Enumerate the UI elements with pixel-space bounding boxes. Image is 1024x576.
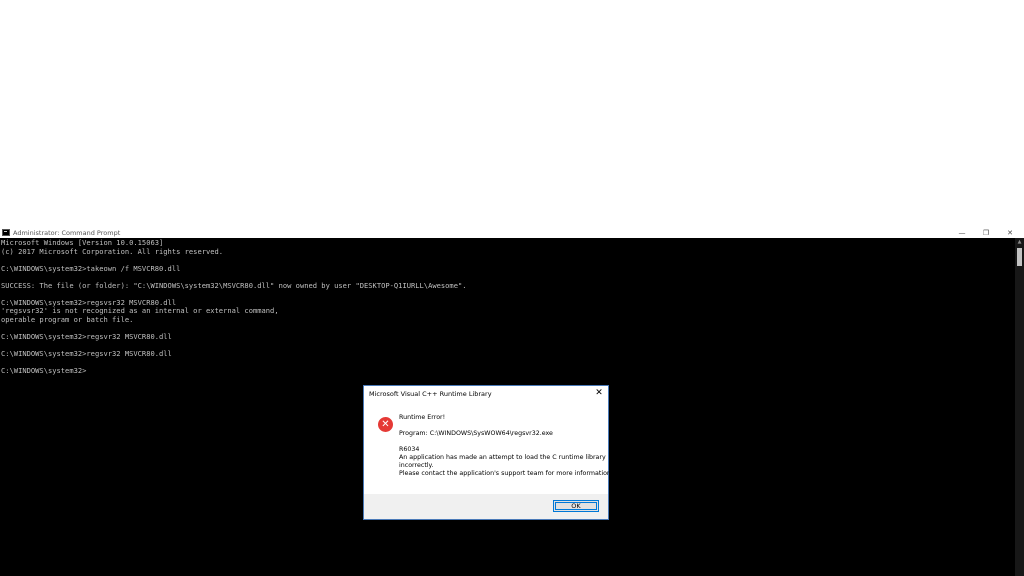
ok-button[interactable]: OK — [553, 500, 599, 512]
error-message-line-3: Please contact the application's support… — [399, 470, 613, 477]
command-prompt-icon — [2, 229, 10, 236]
console-line: (c) 2017 Microsoft Corporation. All righ… — [1, 246, 224, 256]
console-line: operable program or batch file. — [1, 314, 134, 324]
console-line: SUCCESS: The file (or folder): "C:\WINDO… — [1, 280, 467, 290]
scroll-up-arrow-icon[interactable]: ▲ — [1015, 238, 1024, 246]
console-line: 'regsvsr32' is not recognized as an inte… — [1, 306, 279, 315]
console-output[interactable]: Microsoft Windows [Version 10.0.15063] (c… — [1, 238, 1011, 375]
console-line: C:\WINDOWS\system32>regsvr32 MSVCR80.dll — [1, 331, 172, 341]
error-icon: ✕ — [378, 417, 393, 432]
dialog-footer: OK — [364, 494, 608, 519]
close-button[interactable]: ✕ — [998, 228, 1022, 238]
console-scrollbar[interactable]: ▲ — [1015, 238, 1024, 576]
dialog-close-button[interactable]: ✕ — [594, 388, 604, 398]
console-title: Administrator: Command Prompt — [13, 229, 121, 237]
console-line: C:\WINDOWS\system32>regsvr32 MSVCR80.dll — [1, 348, 172, 358]
console-line: C:\WINDOWS\system32> — [1, 365, 87, 375]
error-message-line-2: incorrectly. — [399, 462, 434, 469]
dialog-message: Runtime Error! Program: C:\WINDOWS\SysWO… — [399, 414, 613, 478]
error-code: R6034 — [399, 446, 420, 453]
console-titlebar[interactable]: Administrator: Command Prompt — ❐ ✕ — [0, 228, 1024, 238]
scrollbar-thumb[interactable] — [1017, 248, 1022, 266]
error-message-line-1: An application has made an attempt to lo… — [399, 454, 606, 461]
runtime-error-dialog[interactable]: Microsoft Visual C++ Runtime Library ✕ ✕… — [363, 385, 613, 520]
error-program: Program: C:\WINDOWS\SysWOW64\regsvr32.ex… — [399, 430, 553, 437]
minimize-button[interactable]: — — [950, 228, 974, 238]
maximize-button[interactable]: ❐ — [974, 228, 998, 238]
dialog-title: Microsoft Visual C++ Runtime Library — [369, 390, 492, 398]
error-heading: Runtime Error! — [399, 414, 446, 421]
console-line: C:\WINDOWS\system32>takeown /f MSVCR80.d… — [1, 263, 181, 273]
